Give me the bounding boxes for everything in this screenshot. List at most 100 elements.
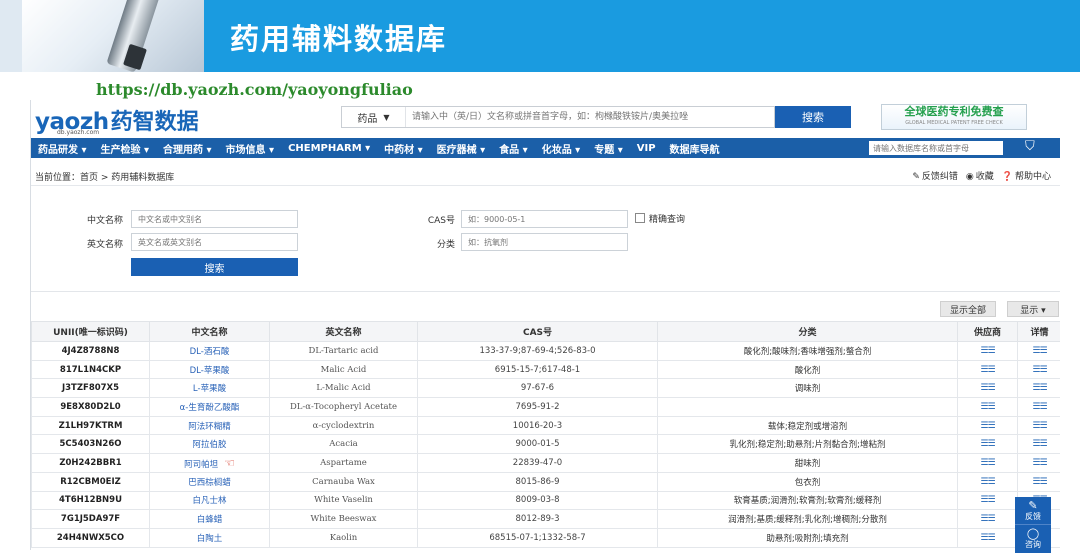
cn-name-input[interactable] — [131, 210, 298, 228]
list-icon[interactable]: ☰☰ — [1032, 439, 1047, 449]
list-icon[interactable]: ☰☰ — [980, 495, 995, 505]
cell-cn-name-link[interactable]: 阿拉伯胶 — [149, 434, 270, 455]
col-header-supplier[interactable]: 供应商 — [957, 321, 1018, 342]
list-icon[interactable]: ☰☰ — [1032, 421, 1047, 431]
list-icon[interactable]: ☰☰ — [1032, 402, 1047, 412]
en-name-input[interactable] — [131, 233, 298, 251]
list-icon[interactable]: ☰☰ — [1032, 477, 1047, 487]
cell-supplier[interactable]: ☰☰ — [957, 527, 1018, 548]
cell-detail[interactable]: ☰☰ — [1017, 397, 1060, 417]
cell-detail[interactable]: ☰☰ — [1017, 359, 1060, 380]
show-all-button[interactable]: 显示全部 — [940, 301, 996, 317]
cell-detail[interactable]: ☰☰ — [1017, 341, 1060, 361]
cell-detail[interactable]: ☰☰ — [1017, 378, 1060, 399]
cell-supplier[interactable]: ☰☰ — [957, 509, 1018, 529]
cell-cn-name-link[interactable]: 白凡士林 — [149, 490, 270, 511]
class-input[interactable] — [461, 233, 628, 251]
col-header-class[interactable]: 分类 — [657, 321, 958, 342]
nav-item-drug-rd[interactable]: 药品研发 ▾ — [31, 141, 94, 156]
cas-input[interactable] — [461, 210, 628, 228]
list-icon[interactable]: ☰☰ — [980, 458, 995, 468]
list-icon[interactable]: ☰☰ — [980, 514, 995, 524]
cell-supplier[interactable]: ☰☰ — [957, 415, 1018, 436]
list-icon[interactable]: ☰☰ — [1032, 365, 1047, 375]
pointing-hand-icon: ☜ — [224, 455, 235, 470]
cell-supplier[interactable]: ☰☰ — [957, 397, 1018, 417]
nav-item-herbs[interactable]: 中药材 ▾ — [377, 141, 430, 156]
cell-supplier[interactable]: ☰☰ — [957, 378, 1018, 399]
col-header-cas[interactable]: CAS号 — [417, 321, 658, 342]
favorite-link[interactable]: ◉ 收藏 — [966, 169, 994, 182]
main-nav-bar: 药品研发 ▾ 生产检验 ▾ 合理用药 ▾ 市场信息 ▾ CHEMPHARM ▾ … — [31, 138, 1060, 158]
cell-supplier[interactable]: ☰☰ — [957, 471, 1018, 492]
cell-class: 润滑剂;基质;缓释剂;乳化剂;增稠剂;分散剂 — [657, 509, 958, 529]
cell-cn-name-link[interactable]: 阿法环糊精 — [149, 415, 270, 436]
col-header-en-name[interactable]: 英文名称 — [269, 321, 418, 342]
col-header-cn-name[interactable]: 中文名称 — [149, 321, 270, 342]
cell-cn-name-link[interactable]: L-苹果酸 — [149, 378, 270, 399]
form-search-button[interactable]: 搜索 — [131, 258, 298, 276]
search-category-select[interactable]: 药品 ▼ — [342, 107, 406, 127]
patent-promo-banner[interactable]: 全球医药专利免费查 GLOBAL MEDICAL PATENT FREE CHE… — [881, 104, 1027, 130]
nav-db-search-input[interactable] — [869, 141, 1003, 155]
cell-en-name: Carnauba Wax — [269, 471, 418, 492]
cell-detail[interactable]: ☰☰ — [1017, 415, 1060, 436]
cell-class: 酸化剂 — [657, 359, 958, 380]
nav-item-chempharm[interactable]: CHEMPHARM ▾ — [281, 143, 377, 154]
cell-cn-name-link[interactable]: 白陶土 — [149, 527, 270, 548]
cell-cn-name-link[interactable]: 阿司帕坦 ☜ — [149, 453, 270, 473]
nav-item-cosmetics[interactable]: 化妆品 ▾ — [535, 141, 588, 156]
list-icon[interactable]: ☰☰ — [980, 365, 995, 375]
list-icon[interactable]: ☰☰ — [980, 402, 995, 412]
list-icon[interactable]: ☰☰ — [980, 533, 995, 543]
nav-item-topics[interactable]: 专题 ▾ — [587, 141, 630, 156]
global-search-button[interactable]: 搜索 — [775, 106, 851, 128]
list-icon[interactable]: ☰☰ — [980, 477, 995, 487]
feedback-link[interactable]: ✎ 反馈纠错 — [912, 169, 958, 182]
breadcrumb[interactable]: 当前位置：首页 > 药用辅料数据库 — [35, 170, 174, 183]
nav-item-devices[interactable]: 医疗器械 ▾ — [430, 141, 493, 156]
consult-float-button[interactable]: ◯ 咨询 — [1015, 525, 1051, 552]
site-logo[interactable]: yaozh 药智数据 db.yaozh.com — [35, 104, 199, 136]
cell-cn-name-link[interactable]: 白蜂蜡 — [149, 509, 270, 529]
show-columns-button[interactable]: 显示 ▾ — [1007, 301, 1059, 317]
cell-supplier[interactable]: ☰☰ — [957, 434, 1018, 455]
exact-match-checkbox[interactable] — [635, 213, 645, 223]
cell-supplier[interactable]: ☰☰ — [957, 359, 1018, 380]
cell-cn-name-link[interactable]: α-生育酚乙酸酯 — [149, 397, 270, 417]
cell-unii: 5C5403N26O — [31, 434, 150, 455]
list-icon[interactable]: ☰☰ — [1032, 383, 1047, 393]
list-icon[interactable]: ☰☰ — [1032, 346, 1047, 356]
cell-detail[interactable]: ☰☰ — [1017, 453, 1060, 473]
nav-item-market[interactable]: 市场信息 ▾ — [219, 141, 282, 156]
nav-item-production[interactable]: 生产检验 ▾ — [94, 141, 157, 156]
nav-item-db-nav[interactable]: 数据库导航 — [663, 141, 727, 156]
shield-icon[interactable]: ⛉ — [1025, 139, 1035, 154]
logo-subdomain: db.yaozh.com — [57, 129, 100, 136]
list-icon[interactable]: ☰☰ — [980, 383, 995, 393]
cell-supplier[interactable]: ☰☰ — [957, 341, 1018, 361]
global-search-input[interactable] — [406, 107, 774, 127]
cell-cas: 68515-07-1;1332-58-7 — [417, 527, 658, 548]
nav-item-vip[interactable]: VIP — [630, 143, 663, 154]
cell-supplier[interactable]: ☰☰ — [957, 453, 1018, 473]
nav-item-rational-use[interactable]: 合理用药 ▾ — [156, 141, 219, 156]
cell-cn-name-link[interactable]: 巴西棕榈蜡 — [149, 471, 270, 492]
cell-supplier[interactable]: ☰☰ — [957, 490, 1018, 511]
col-header-detail[interactable]: 详情 — [1017, 321, 1060, 342]
list-icon[interactable]: ☰☰ — [1032, 458, 1047, 468]
nav-item-food[interactable]: 食品 ▾ — [492, 141, 535, 156]
list-icon[interactable]: ☰☰ — [980, 346, 995, 356]
list-icon[interactable]: ☰☰ — [980, 421, 995, 431]
col-header-unii[interactable]: UNII(唯一标识码) — [31, 321, 150, 342]
feedback-float-button[interactable]: ✎ 反馈 — [1015, 497, 1051, 524]
help-link[interactable]: ❓ 帮助中心 — [1002, 169, 1051, 182]
list-icon[interactable]: ☰☰ — [980, 439, 995, 449]
cell-class: 包衣剂 — [657, 471, 958, 492]
site-url-link[interactable]: https://db.yaozh.com/yaoyongfuliao — [96, 80, 413, 99]
cell-detail[interactable]: ☰☰ — [1017, 434, 1060, 455]
cell-detail[interactable]: ☰☰ — [1017, 471, 1060, 492]
exact-match-label: 精确查询 — [649, 215, 686, 225]
cell-cn-name-link[interactable]: DL-苹果酸 — [149, 359, 270, 380]
cell-cn-name-link[interactable]: DL-酒石酸 — [149, 341, 270, 361]
